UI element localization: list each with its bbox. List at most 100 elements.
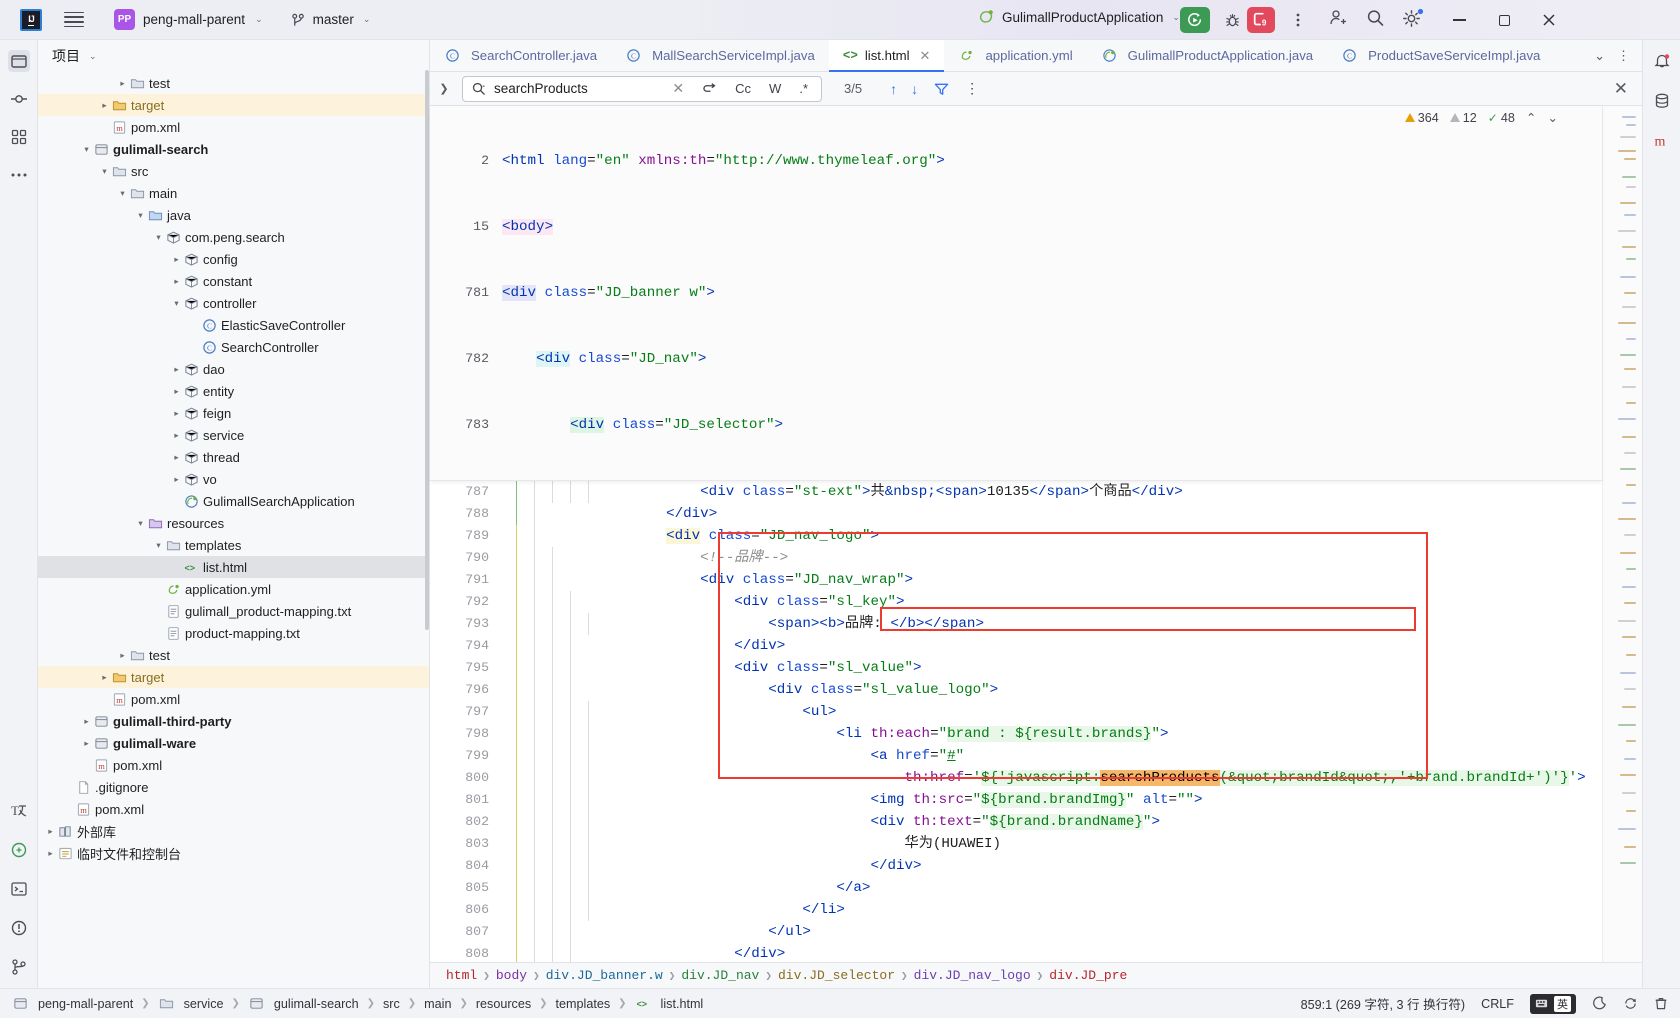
code-line-795[interactable]: 795 <div class="sl_value"> [430,657,1602,679]
code-text-805[interactable]: </a> [598,877,1602,899]
tree-node--[interactable]: ▸ 临时文件和控制台 [38,842,429,864]
chevron-right-icon[interactable]: ▸ [116,650,129,661]
ime-indicator[interactable]: 英 [1530,993,1576,1014]
chevron-right-icon[interactable]: ▸ [170,474,183,485]
status-path-item[interactable]: templates [556,997,611,1011]
project-panel-header[interactable]: 项目 ⌄ [38,40,429,72]
intellij-logo-icon[interactable]: IJ [20,8,42,31]
find-words-toggle[interactable]: W [764,79,786,98]
code-line-790[interactable]: 790 <!--品牌--> [430,547,1602,569]
code-line-797[interactable]: 797 <ul> [430,701,1602,723]
editor-tab-gulimallproductapplication-java[interactable]: GulimallProductApplication.java [1087,40,1327,71]
code-text-803[interactable]: 华为(HUAWEI) [598,833,1602,855]
find-input-wrap[interactable]: searchProducts ✕ Cc W .* [462,75,822,102]
maximize-button[interactable] [1489,8,1519,32]
breadcrumb-item[interactable]: div.JD_selector [778,968,895,983]
chevron-right-icon[interactable]: ▸ [80,716,93,727]
chevron-right-icon[interactable]: ▸ [44,848,57,859]
tree-node-src[interactable]: ▾ src [38,160,429,182]
code-text-800[interactable]: th:href='${'javascript:searchProducts(&q… [598,767,1602,789]
inspection-collapse-icon[interactable]: ⌃ [1526,110,1537,125]
chevron-right-icon[interactable]: ▸ [170,254,183,265]
find-match-case-toggle[interactable]: Cc [730,79,756,98]
code-text-797[interactable]: <ul> [598,701,1602,723]
breadcrumb-item[interactable]: div.JD_pre [1049,968,1127,983]
tree-node-product-mapping-txt[interactable]: ▸product-mapping.txt [38,622,429,644]
theme-toggle[interactable] [1592,996,1607,1011]
code-text-802[interactable]: <div th:text="${brand.brandName}"> [598,811,1602,833]
status-path-item[interactable]: main [424,997,451,1011]
breadcrumb-item[interactable]: div.JD_nav [681,968,759,983]
editor-tab-productsaveserviceimpl-java[interactable]: C ProductSaveServiceImpl.java [1327,40,1554,71]
tree-node-entity[interactable]: ▸ entity [38,380,429,402]
main-menu-button[interactable] [64,11,84,28]
chevron-right-icon[interactable]: ▸ [98,672,111,683]
vcs-branch-selector[interactable]: master ⌄ [291,12,370,28]
find-wrap-icon[interactable] [697,80,722,97]
code-line-789[interactable]: 789 <div class="JD_nav_logo"> [430,525,1602,547]
chevron-down-icon[interactable]: ▾ [134,210,147,221]
stop-button[interactable]: 9 [1247,7,1275,33]
tree-node-feign[interactable]: ▸ feign [38,402,429,424]
code-line-787[interactable]: 787 <div class="st-ext">共&nbsp;<span>101… [430,481,1602,503]
minimize-button[interactable] [1444,8,1474,32]
find-regex-toggle[interactable]: .* [794,79,813,98]
breadcrumb-item[interactable]: html [446,968,477,983]
chevron-down-icon[interactable]: ▾ [152,232,165,243]
tree-node-thread[interactable]: ▸ thread [38,446,429,468]
tree-node-test[interactable]: ▸ test [38,72,429,94]
code-text-789[interactable]: <div class="JD_nav_logo"> [598,525,1602,547]
tool-window-project[interactable] [7,50,30,72]
tree-node-gulimallsearchapplication[interactable]: ▸GulimallSearchApplication [38,490,429,512]
tree-node-service[interactable]: ▸ service [38,424,429,446]
code-text-788[interactable]: </div> [598,503,1602,525]
code-lines[interactable]: 787 <div class="st-ext">共&nbsp;<span>101… [430,481,1602,962]
chevron-down-icon[interactable]: ▾ [80,144,93,155]
tree-node-application-yml[interactable]: ▸application.yml [38,578,429,600]
code-text-799[interactable]: <a href="#" [598,745,1602,767]
code-text-804[interactable]: </div> [598,855,1602,877]
editor-tab-mallsearchserviceimpl-java[interactable]: C MallSearchServiceImpl.java [611,40,829,71]
find-clear-button[interactable]: ✕ [667,78,689,99]
code-line-808[interactable]: 808 </div> [430,943,1602,962]
breadcrumb[interactable]: html ❯ body ❯ div.JD_banner.w ❯ div.JD_nav ❯ div… [430,962,1642,988]
status-path-item[interactable]: service [158,996,224,1011]
chevron-down-icon[interactable]: ▾ [134,518,147,529]
chevron-down-icon[interactable]: ▾ [116,188,129,199]
code-line-792[interactable]: 792 <div class="sl_key"> [430,591,1602,613]
tree-node-vo[interactable]: ▸ vo [38,468,429,490]
tree-node--gitignore[interactable]: ▸.gitignore [38,776,429,798]
find-more-options-button[interactable]: ⋮ [965,80,979,97]
code-line-799[interactable]: 799 <a href="#" [430,745,1602,767]
code-scroll-area[interactable]: 787 <div class="st-ext">共&nbsp;<span>101… [430,481,1602,962]
tree-node-pom-xml[interactable]: ▸mpom.xml [38,116,429,138]
status-path-item[interactable]: peng-mall-parent [12,996,133,1011]
more-run-options-button[interactable] [1283,7,1313,33]
code-text-807[interactable]: </ul> [598,921,1602,943]
weak-warning-count[interactable]: 12 [1449,111,1477,125]
breadcrumb-item[interactable]: div.JD_nav_logo [914,968,1031,983]
tree-node--[interactable]: ▸ 外部库 [38,820,429,842]
find-prev-button[interactable]: ↑ [890,81,897,97]
close-tab-icon[interactable]: ✕ [920,48,931,64]
tree-node-gulimall-search[interactable]: ▾ gulimall-search [38,138,429,160]
chevron-right-icon[interactable]: ▸ [170,386,183,397]
close-button[interactable] [1534,8,1564,32]
editor-minimap-gutter[interactable] [1602,106,1642,962]
editor-tabs[interactable]: C SearchController.java C MallSearchService… [430,40,1642,72]
find-input[interactable]: searchProducts [494,81,659,96]
code-text-791[interactable]: <div class="JD_nav_wrap"> [598,569,1602,591]
tree-node-pom-xml[interactable]: ▸mpom.xml [38,754,429,776]
code-text-798[interactable]: <li th:each="brand : ${result.brands}"> [598,723,1602,745]
tabs-list-icon[interactable]: ⌄ [1594,48,1605,64]
code-text-806[interactable]: </li> [598,899,1602,921]
line-separator[interactable]: CRLF [1481,997,1514,1011]
chevron-right-icon[interactable]: ▸ [44,826,57,837]
chevron-right-icon[interactable]: ▸ [170,364,183,375]
sync-button[interactable] [1623,996,1638,1011]
breadcrumb-item[interactable]: div.JD_banner.w [546,968,663,983]
tree-node-pom-xml[interactable]: ▸mpom.xml [38,798,429,820]
tree-node-pom-xml[interactable]: ▸mpom.xml [38,688,429,710]
code-line-793[interactable]: 793 <span><b>品牌: </b></span> [430,613,1602,635]
chevron-right-icon[interactable]: ▸ [116,78,129,89]
